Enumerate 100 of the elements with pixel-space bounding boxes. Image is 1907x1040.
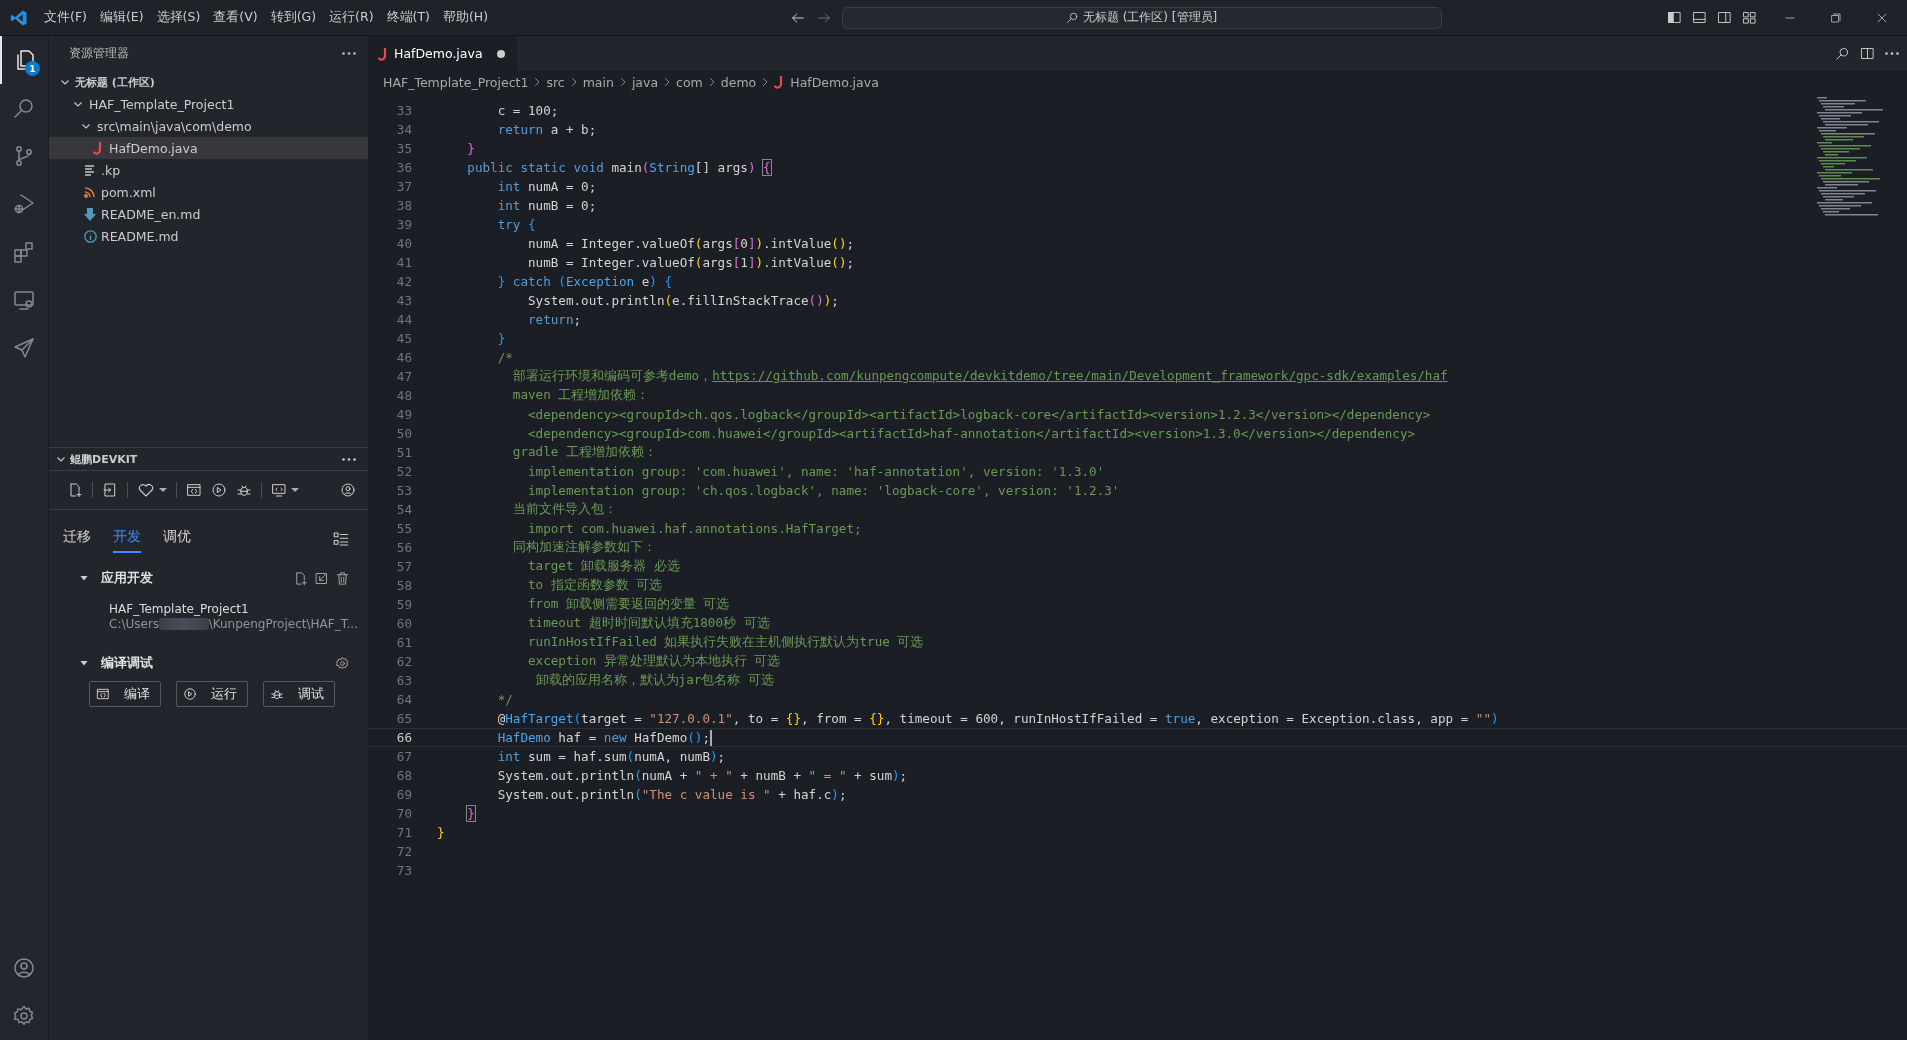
- project-path: \KunpengProject\HAF_T...: [208, 617, 358, 631]
- more-icon[interactable]: [342, 52, 356, 55]
- code-line: int sum = haf.sum(numA, numB);: [496, 749, 726, 764]
- tree-item[interactable]: HafDemo.java: [49, 137, 368, 159]
- blurred-area: [159, 618, 209, 630]
- line-number: 58: [395, 578, 412, 593]
- caret-icon[interactable]: [79, 573, 89, 583]
- menu-item[interactable]: 文件(F): [38, 6, 93, 29]
- line-number: 34: [395, 122, 412, 137]
- code-line: HafDemo haf = new HafDemo();: [496, 730, 710, 745]
- tree-item[interactable]: .kp: [49, 159, 368, 181]
- tree-item[interactable]: README_en.md: [49, 203, 368, 225]
- command-center[interactable]: 无标题 (工作区) [管理员]: [841, 6, 1442, 29]
- code-line: } catch (Exception e) {: [496, 274, 673, 289]
- breadcrumb[interactable]: HAF_Template_Project1: [383, 74, 529, 90]
- breadcrumb[interactable]: java: [631, 74, 659, 90]
- line-number: 45: [395, 331, 412, 346]
- breadcrumb[interactable]: HafDemo.java: [774, 74, 879, 90]
- code-line: exception 异常处理默认为本地执行 可选: [527, 653, 781, 670]
- more-icon[interactable]: [342, 457, 356, 461]
- editor-tab[interactable]: HafDemo.java: [368, 36, 517, 71]
- menu-item[interactable]: 终端(T): [380, 6, 436, 29]
- grid-layout-icon: [1742, 10, 1757, 25]
- line-number: 43: [395, 293, 412, 308]
- line-number: 50: [395, 426, 412, 441]
- panel-layout-icon: [1692, 10, 1707, 25]
- code-link[interactable]: https://github.com/kunpengcompute/devkitdemo/tree/main/Development_framework/gpc-sdk/examples/haf: [712, 368, 1448, 383]
- section-header[interactable]: 鲲鹏DEVKIT: [55, 451, 138, 467]
- panel-tab[interactable]: 迁移: [63, 525, 91, 553]
- breadcrumb[interactable]: main: [582, 74, 614, 90]
- count-badge: 1: [25, 61, 40, 76]
- run-debug-icon: [12, 192, 36, 216]
- line-number: 42: [395, 274, 412, 289]
- code-line: try {: [496, 217, 536, 232]
- info-file-icon: [83, 229, 97, 243]
- menu-item[interactable]: 查看(V): [207, 6, 264, 29]
- line-number: 67: [395, 749, 412, 764]
- line-number: 47: [395, 369, 412, 384]
- modified-dot: [496, 49, 505, 58]
- line-number: 59: [395, 597, 412, 612]
- panel-title: 资源管理器: [69, 46, 129, 61]
- caret-icon[interactable]: [79, 658, 89, 668]
- line-number: 36: [395, 160, 412, 175]
- breadcrumb[interactable]: demo: [720, 74, 757, 90]
- tree-item[interactable]: src\main\java\com\demo: [49, 115, 368, 137]
- lines-file-icon: [84, 164, 96, 176]
- download-file-icon: [84, 207, 96, 221]
- menu-item[interactable]: 编辑(E): [93, 6, 150, 29]
- tree-item[interactable]: README.md: [49, 225, 368, 247]
- monitor-icon: [271, 482, 287, 498]
- code-line: <dependency><groupId>com.huawei</groupId><artifactId>haf-annotation</artifactId><version>1.3.0</version></dependency>: [527, 426, 1416, 441]
- code-line: runInHostIfFailed 如果执行失败在主机侧执行默认为true 可选: [527, 634, 924, 651]
- code-line: 同构加速注解参数如下：: [511, 539, 656, 556]
- code-line: numA = Integer.valueOf(args[0]).intValue();: [527, 236, 855, 251]
- code-line: implementation group: 'com.huawei', name: 'haf-annotation', version: '1.3.0': [527, 464, 1105, 479]
- line-number: 60: [395, 616, 412, 631]
- extensions-icon: [12, 240, 36, 264]
- code-line: System.out.println(numA + " + " + numB + " = " + sum);: [496, 768, 908, 783]
- line-number: 51: [395, 445, 412, 460]
- code-line: System.out.println(e.fillInStackTrace());: [527, 293, 839, 308]
- menu-item[interactable]: 选择(S): [150, 6, 207, 29]
- more-icon[interactable]: [1885, 52, 1899, 55]
- tree-item[interactable]: HAF_Template_Project1: [49, 93, 368, 115]
- line-number: 37: [395, 179, 412, 194]
- breadcrumb[interactable]: src: [546, 74, 565, 90]
- line-number: 71: [395, 825, 412, 840]
- search-icon: [12, 96, 36, 120]
- rss-file-icon: [84, 186, 96, 198]
- code-line: c = 100;: [496, 103, 559, 118]
- section-header[interactable]: 编译调试: [79, 654, 153, 672]
- line-number: 33: [395, 103, 412, 118]
- line-number: 64: [395, 692, 412, 707]
- panel-tab[interactable]: 开发: [113, 525, 141, 553]
- menu-item[interactable]: 运行(R): [323, 6, 380, 29]
- action-button[interactable]: 运行: [176, 681, 248, 707]
- breadcrumb[interactable]: com: [676, 74, 703, 90]
- action-button[interactable]: 调试: [263, 681, 335, 707]
- section-header[interactable]: 应用开发: [79, 569, 153, 587]
- project-name[interactable]: HAF_Template_Project1: [109, 602, 358, 616]
- line-number: 40: [395, 236, 412, 251]
- line-number: 44: [395, 312, 412, 327]
- action-button[interactable]: 编译: [89, 681, 161, 707]
- restore-icon: [1830, 11, 1842, 24]
- line-number: 57: [395, 559, 412, 574]
- menu-item[interactable]: 帮助(H): [436, 6, 495, 29]
- code-window-icon: [96, 687, 110, 701]
- line-number: 65: [395, 711, 412, 726]
- menu-item[interactable]: 转到(G): [264, 6, 323, 29]
- code-line: maven 工程增加依赖：: [511, 387, 650, 404]
- line-number: 72: [395, 844, 412, 859]
- sidebar-layout-icon: [1667, 10, 1682, 25]
- workspace-item[interactable]: 无标题 (工作区): [49, 71, 368, 93]
- line-number: 55: [395, 521, 412, 536]
- panel-tab[interactable]: 调优: [163, 525, 191, 553]
- line-number: 35: [395, 141, 412, 156]
- close-icon: [1876, 11, 1888, 24]
- tree-item[interactable]: pom.xml: [49, 181, 368, 203]
- import-icon: [102, 482, 118, 498]
- java-file-icon: [93, 141, 103, 155]
- line-number: 41: [395, 255, 412, 270]
